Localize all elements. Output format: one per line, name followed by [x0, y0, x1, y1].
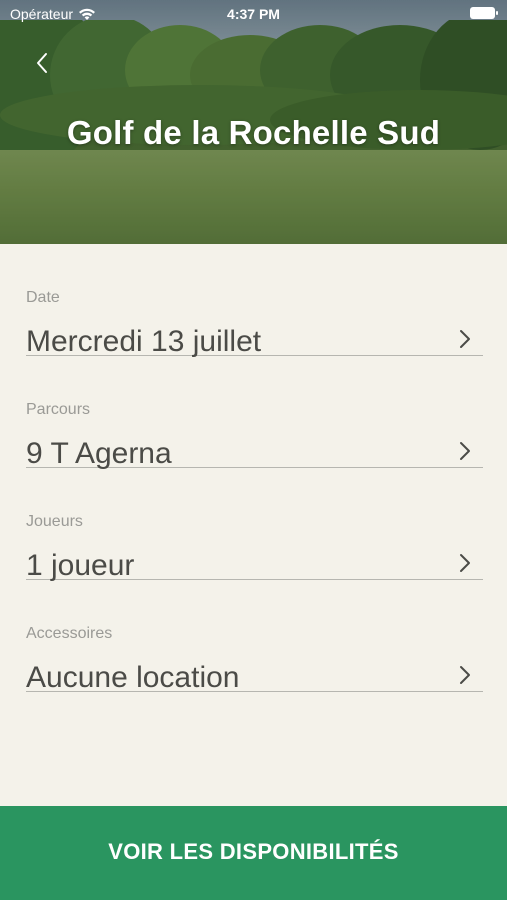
status-time: 4:37 PM — [227, 6, 280, 22]
chevron-left-icon — [37, 53, 47, 73]
see-availability-button[interactable]: VOIR LES DISPONIBILITÉS — [0, 806, 507, 900]
battery-icon — [470, 7, 498, 19]
booking-form: Date Mercredi 13 juillet Parcours 9 T Ag… — [26, 244, 483, 694]
chevron-right-icon — [460, 554, 470, 572]
players-row[interactable]: Joueurs 1 joueur — [26, 468, 483, 582]
chevron-right-icon — [460, 666, 470, 684]
course-value: 9 T Agerna — [26, 437, 172, 470]
chevron-right-icon — [460, 442, 470, 460]
back-button[interactable] — [28, 48, 56, 78]
course-row[interactable]: Parcours 9 T Agerna — [26, 356, 483, 470]
accessories-row[interactable]: Accessoires Aucune location — [26, 580, 483, 694]
chevron-right-icon — [460, 330, 470, 348]
date-label: Date — [26, 289, 60, 306]
date-value: Mercredi 13 juillet — [26, 325, 262, 358]
accessories-label: Accessoires — [26, 625, 113, 642]
accessories-value: Aucune location — [26, 661, 240, 694]
course-label: Parcours — [26, 401, 91, 418]
see-availability-label: VOIR LES DISPONIBILITÉS — [108, 839, 399, 864]
hero-image: Opérateur 4:37 PM Golf de la Rochelle Su… — [0, 0, 507, 244]
date-row[interactable]: Date Mercredi 13 juillet — [26, 244, 483, 358]
page-title: Golf de la Rochelle Sud — [66, 114, 441, 151]
players-value: 1 joueur — [26, 549, 135, 582]
players-label: Joueurs — [26, 513, 83, 530]
status-bar: Opérateur 4:37 PM — [0, 0, 507, 28]
